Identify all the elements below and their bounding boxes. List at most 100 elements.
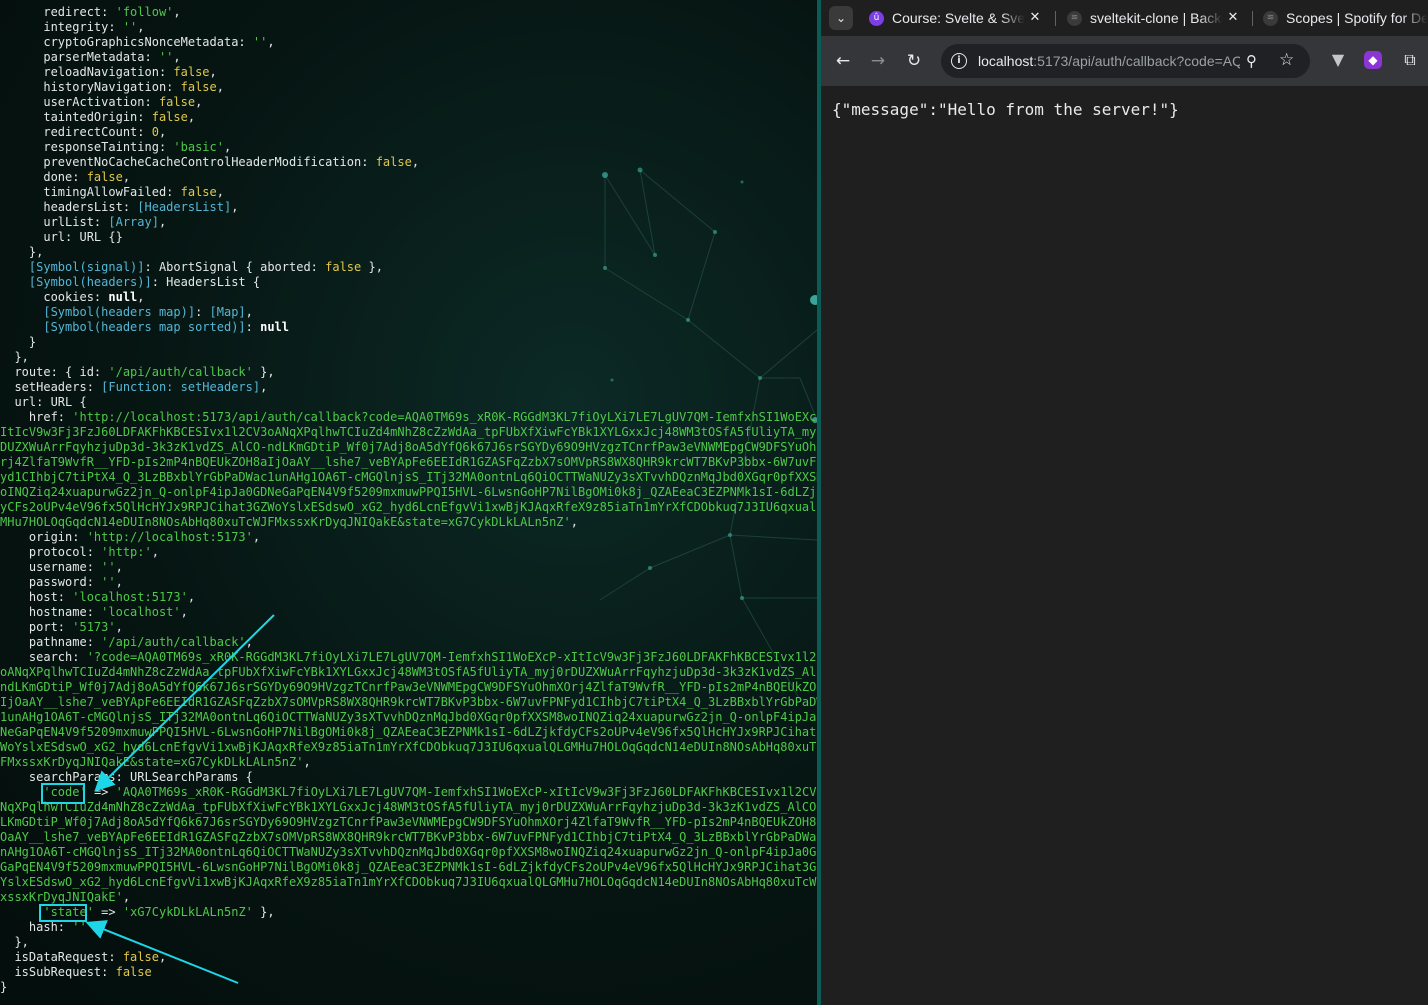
console-line: yCFs2oUPv4eV96fx5QlHcHYJx9RPJCihat3GZWoY… [0, 500, 817, 515]
tab-title: sveltekit-clone | Backend [1090, 10, 1223, 26]
console-token: cryptoGraphicsNonceMetadata: [0, 35, 253, 49]
console-token [0, 905, 43, 919]
console-token: , [158, 125, 167, 139]
console-token: false [180, 185, 217, 199]
console-token: [HeadersList] [137, 200, 232, 214]
console-line: nAHg1OA6T-cMGQlnjsS_ITj32MA0ontnLq6QiOCT… [0, 845, 817, 860]
console-line: href: 'http://localhost:5173/api/auth/ca… [0, 410, 817, 425]
console-token: , [137, 20, 145, 34]
console-line: headersList: [HeadersList], [0, 200, 817, 215]
site-info-icon[interactable]: i [951, 53, 967, 69]
console-line: cryptoGraphicsNonceMetadata: '', [0, 35, 817, 50]
console-line: NqXPqlhwTCIuZd4mNhZ8cZzWdAa_tpFUbXfXiwFc… [0, 800, 817, 815]
close-icon[interactable]: ✕ [1225, 9, 1241, 27]
console-token: reloadNavigation: [0, 65, 174, 79]
reload-icon[interactable]: ↻ [902, 49, 926, 73]
console-token: YslxESdswO_xG2_hyd6LcnEfgvVi1xwBjKJAqxRf… [0, 875, 817, 889]
console-token: , [173, 5, 181, 19]
tab-separator [1252, 11, 1253, 26]
puzzle-icon[interactable]: ⧉ [1399, 49, 1421, 71]
back-arrow-icon[interactable]: ← [831, 49, 855, 73]
console-token: => [93, 905, 123, 919]
console-token: , [570, 515, 578, 529]
console-token: host: [0, 590, 73, 604]
tab-separator [1055, 11, 1056, 26]
spotify-icon: ≋ [1263, 11, 1278, 26]
console-token: , [151, 545, 159, 559]
console-token: GaPqEN4V9f5209mxmuwPPQI5HVL-6LwsnGoHP7Ni… [0, 860, 817, 874]
console-token: , [137, 290, 145, 304]
console-token: false [151, 110, 188, 124]
console-token: 'http://localhost:5173/api/auth/callback… [72, 410, 817, 424]
spotify-icon: ≋ [1067, 11, 1082, 26]
console-line: redirect: 'follow', [0, 5, 817, 20]
console-line: yd1CIhbjC7tiPtX4_Q_3LzBBxblYrGbPaDWac1un… [0, 470, 817, 485]
console-token: , [158, 215, 167, 229]
console-line: WoYslxESdswO_xG2_hyd6LcnEfgvVi1xwBjKJAqx… [0, 740, 817, 755]
address-bar[interactable]: i localhost:5173/api/auth/callback?code=… [941, 44, 1310, 78]
console-token: }, [361, 260, 383, 274]
console-token: [Symbol(signal)] [28, 260, 145, 274]
console-line: }, [0, 245, 817, 260]
page-content: {"message":"Hello from the server!"} [821, 86, 1428, 1005]
console-token: OaAY__lshe7_veBYApFe6EEIdR1GZASFqZzbX7sO… [0, 830, 817, 844]
console-token: , [260, 380, 268, 394]
console-token: }, [0, 935, 29, 949]
console-token: isSubRequest: [0, 965, 116, 979]
console-line: FMxssxKrDyqJNIQakE&state=xG7CykDLkLALn5n… [0, 755, 817, 770]
console-token: , [187, 110, 196, 124]
code-highlight-box [41, 783, 85, 804]
console-line: historyNavigation: false, [0, 80, 817, 95]
zoom-icon[interactable]: ⚲ [1246, 52, 1257, 70]
console-token: [Array] [108, 215, 159, 229]
console-line: YslxESdswO_xG2_hyd6LcnEfgvVi1xwBjKJAqxRf… [0, 875, 817, 890]
console-token: , [115, 620, 123, 634]
console-token: , [411, 155, 420, 169]
console-token: hostname: [0, 605, 102, 619]
tab-sveltekit-clone[interactable]: ≋ sveltekit-clone | Backend ✕ [1067, 0, 1245, 36]
console-token: search: [0, 650, 87, 664]
close-icon[interactable]: ✕ [1027, 9, 1043, 27]
console-line: } [0, 335, 817, 350]
forward-arrow-icon[interactable]: → [866, 49, 890, 73]
console-token: url: URL {} [0, 230, 123, 244]
console-token: password: [0, 575, 102, 589]
purple-extension-icon[interactable]: ◆ [1364, 51, 1382, 69]
console-token: , [245, 305, 253, 319]
console-line: urlList: [Array], [0, 215, 817, 230]
console-token: taintedOrigin: [0, 110, 152, 124]
console-token: : AbortSignal { aborted: [144, 260, 326, 274]
console-token: '' [122, 20, 138, 34]
console-token: 'localhost' [101, 605, 181, 619]
console-token: searchParams: URLSearchParams { [0, 770, 253, 784]
console-token: '' [252, 35, 268, 49]
console-token: ndLKmGDtiP_Wf0j7Adj8oA5dYfQ6k67J6srSGYDy… [0, 680, 817, 694]
console-token: }, [252, 905, 275, 919]
console-token: , [231, 200, 239, 214]
console-token: '/api/auth/callback' [108, 365, 253, 379]
console-token: isDataRequest: [0, 950, 123, 964]
console-token: }, [0, 350, 29, 364]
console-token: false [180, 80, 217, 94]
console-token: 'localhost:5173' [72, 590, 188, 604]
console-token: 0 [151, 125, 159, 139]
console-token: historyNavigation: [0, 80, 181, 94]
console-token [0, 275, 29, 289]
console-token: false [115, 965, 152, 979]
console-token: integrity: [0, 20, 123, 34]
console-line: username: '', [0, 560, 817, 575]
console-line: searchParams: URLSearchParams { [0, 770, 817, 785]
tab-scopes-spotify[interactable]: ≋ Scopes | Spotify for Developers [1263, 0, 1428, 36]
console-token: protocol: [0, 545, 102, 559]
tab-strip: ⌄ û Course: Svelte & SvelteKit ✕ ≋ svelt… [821, 0, 1428, 36]
console-line: setHeaders: [Function: setHeaders], [0, 380, 817, 395]
tab-course-svelte[interactable]: û Course: Svelte & SvelteKit ✕ [869, 0, 1047, 36]
triangle-extension-icon[interactable]: ▼ [1327, 49, 1349, 71]
console-token: cookies: [0, 290, 109, 304]
console-token: urlList: [0, 215, 109, 229]
console-line: 1unAHg1OA6T-cMGQlnjsS_ITj32MA0ontnLq6QiO… [0, 710, 817, 725]
url-text[interactable]: localhost:5173/api/auth/callback?code=AQ… [978, 52, 1240, 70]
terminal-pane[interactable]: redirect: 'follow', integrity: '', crypt… [0, 0, 817, 1005]
star-icon[interactable]: ☆ [1279, 50, 1294, 70]
chevron-down-icon[interactable]: ⌄ [829, 6, 853, 30]
